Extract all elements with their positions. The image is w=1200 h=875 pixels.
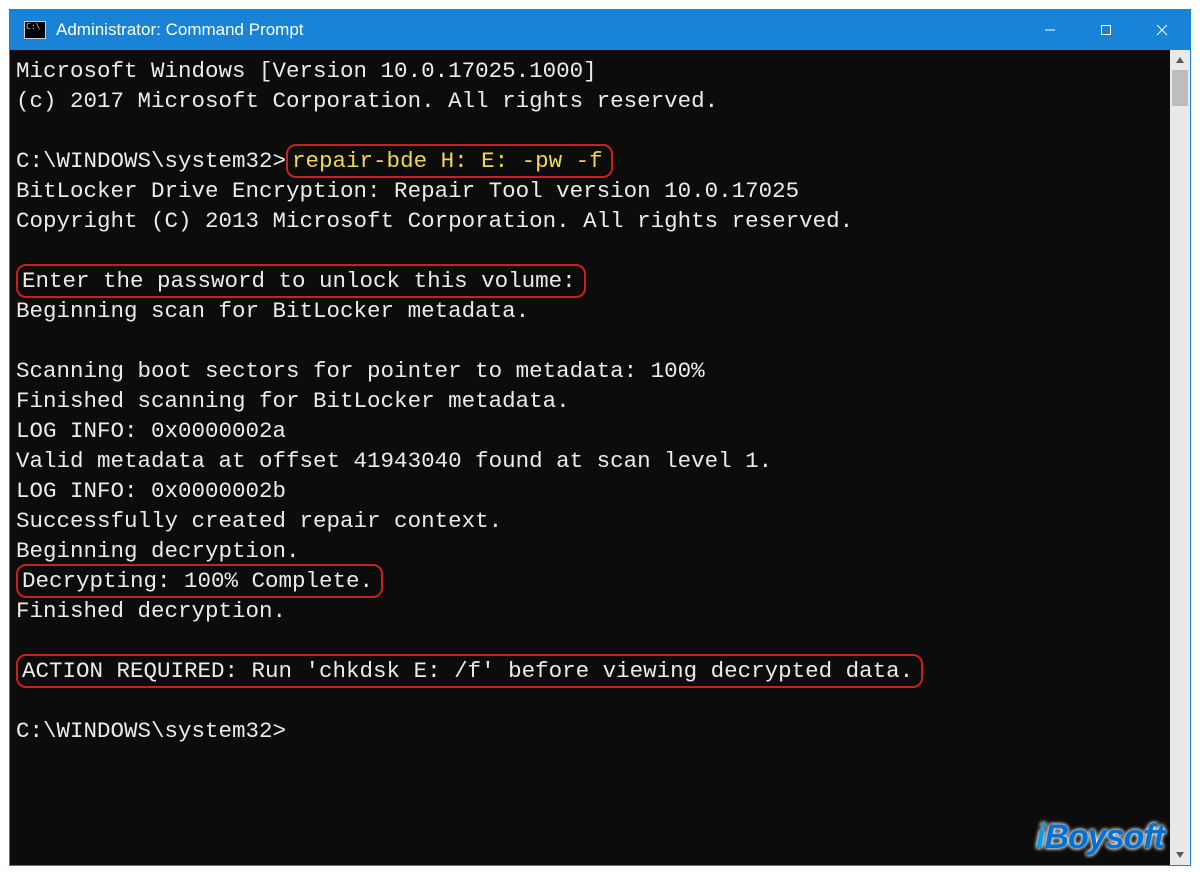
- console-output[interactable]: Microsoft Windows [Version 10.0.17025.10…: [10, 50, 1170, 865]
- command-prompt-window: C:\ Administrator: Command Prompt Micros…: [10, 10, 1190, 865]
- output-line: Finished decryption.: [16, 598, 286, 624]
- close-button[interactable]: [1134, 10, 1190, 50]
- prompt-path: C:\WINDOWS\system32>: [16, 718, 286, 744]
- output-line: Copyright (C) 2013 Microsoft Corporation…: [16, 208, 853, 234]
- output-line: Successfully created repair context.: [16, 508, 502, 534]
- cmd-icon: C:\: [24, 21, 46, 39]
- prompt-path: C:\WINDOWS\system32>: [16, 148, 286, 174]
- output-line: Beginning decryption.: [16, 538, 300, 564]
- highlighted-password-prompt: Enter the password to unlock this volume…: [16, 264, 586, 298]
- scroll-thumb[interactable]: [1172, 70, 1188, 106]
- maximize-button[interactable]: [1078, 10, 1134, 50]
- output-line: LOG INFO: 0x0000002a: [16, 418, 286, 444]
- window-title: Administrator: Command Prompt: [56, 20, 1022, 40]
- output-line: BitLocker Drive Encryption: Repair Tool …: [16, 178, 799, 204]
- command-text: repair-bde H: E: -pw -f: [292, 148, 603, 174]
- scroll-down-icon[interactable]: [1170, 845, 1190, 865]
- output-line: Valid metadata at offset 41943040 found …: [16, 448, 772, 474]
- vertical-scrollbar[interactable]: [1170, 50, 1190, 865]
- caption-buttons: [1022, 10, 1190, 50]
- scroll-track[interactable]: [1170, 70, 1190, 845]
- output-line: LOG INFO: 0x0000002b: [16, 478, 286, 504]
- highlighted-decrypting: Decrypting: 100% Complete.: [16, 564, 383, 598]
- watermark-logo: iBoysoft: [1036, 818, 1164, 857]
- output-line: Finished scanning for BitLocker metadata…: [16, 388, 570, 414]
- output-line: (c) 2017 Microsoft Corporation. All righ…: [16, 88, 718, 114]
- output-line: Microsoft Windows [Version 10.0.17025.10…: [16, 58, 597, 84]
- highlighted-action-required: ACTION REQUIRED: Run 'chkdsk E: /f' befo…: [16, 654, 923, 688]
- output-line: Beginning scan for BitLocker metadata.: [16, 298, 529, 324]
- scroll-up-icon[interactable]: [1170, 50, 1190, 70]
- titlebar[interactable]: C:\ Administrator: Command Prompt: [10, 10, 1190, 50]
- minimize-button[interactable]: [1022, 10, 1078, 50]
- highlighted-command: repair-bde H: E: -pw -f: [286, 144, 613, 178]
- output-line: Scanning boot sectors for pointer to met…: [16, 358, 705, 384]
- client-area: Microsoft Windows [Version 10.0.17025.10…: [10, 50, 1190, 865]
